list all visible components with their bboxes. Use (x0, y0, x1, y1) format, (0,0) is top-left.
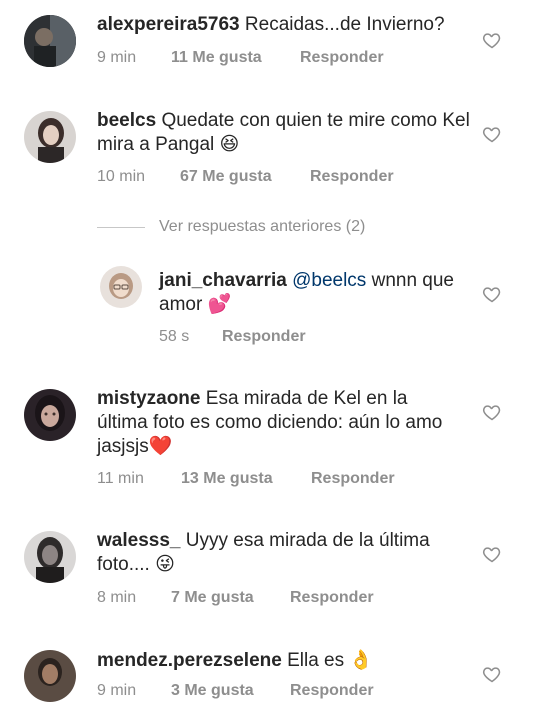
thread-divider (97, 227, 145, 228)
reply-button[interactable]: Responder (310, 168, 394, 186)
comment-alexpereira5763: alexpereira5763 Recaidas...de Invierno? … (0, 0, 534, 80)
username-link[interactable]: jani_chavarria (159, 270, 287, 291)
avatar[interactable] (24, 531, 76, 583)
avatar[interactable] (24, 650, 76, 702)
likes-count[interactable]: 13 Me gusta (181, 470, 311, 488)
username-link[interactable]: beelcs (97, 110, 156, 131)
comment-text: walesss_ Uyyy esa mirada de la última fo… (97, 529, 457, 577)
timestamp: 10 min (97, 168, 146, 185)
mention-link[interactable]: @beelcs (292, 270, 366, 291)
comment-mistyzaone: mistyzaone Esa mirada de Kel en la últim… (0, 380, 534, 500)
like-heart-icon[interactable] (482, 402, 502, 422)
avatar[interactable] (100, 266, 142, 308)
comment-mendez-perezselene: mendez.perezselene Ella es 👌 9 min 3 Me … (0, 640, 534, 702)
comment-meta: 9 min 3 Me gusta Responder (97, 682, 374, 700)
like-heart-icon[interactable] (482, 30, 502, 50)
comment-body: Recaidas...de Invierno? (244, 14, 445, 35)
comment-meta: 8 min 7 Me gusta Responder (97, 589, 374, 607)
likes-count[interactable]: 7 Me gusta (171, 589, 290, 607)
comment-text: beelcs Quedate con quien te mire como Ke… (97, 109, 477, 157)
reply-button[interactable]: Responder (290, 589, 374, 607)
username-link[interactable]: mendez.perezselene (97, 650, 282, 671)
reply-button[interactable]: Responder (222, 328, 306, 346)
avatar[interactable] (24, 111, 76, 163)
reply-button[interactable]: Responder (290, 682, 374, 700)
comment-beelcs: beelcs Quedate con quien te mire como Ke… (0, 100, 534, 200)
reply-meta: 58 s Responder (159, 328, 306, 346)
comment-text: alexpereira5763 Recaidas...de Invierno? (97, 13, 477, 37)
comment-text: mendez.perezselene Ella es 👌 (97, 649, 477, 673)
reply-button[interactable]: Responder (311, 470, 395, 488)
avatar[interactable] (24, 15, 76, 67)
like-heart-icon[interactable] (482, 664, 502, 684)
likes-count[interactable]: 11 Me gusta (171, 49, 300, 67)
timestamp: 58 s (159, 328, 190, 345)
like-heart-icon[interactable] (482, 284, 502, 304)
like-heart-icon[interactable] (482, 124, 502, 144)
timestamp: 8 min (97, 589, 137, 606)
comment-body: Ella es 👌 (287, 650, 374, 671)
comment-meta: 11 min 13 Me gusta Responder (97, 470, 395, 488)
timestamp: 11 min (97, 470, 144, 487)
likes-count[interactable]: 67 Me gusta (180, 168, 310, 186)
avatar[interactable] (24, 389, 76, 441)
reply-jani-chavarria: jani_chavarria @beelcs wnnn que amor 💕 5… (0, 260, 534, 350)
username-link[interactable]: walesss_ (97, 530, 180, 551)
comment-text: mistyzaone Esa mirada de Kel en la últim… (97, 387, 447, 459)
timestamp: 9 min (97, 49, 137, 66)
view-previous-replies-button[interactable]: Ver respuestas anteriores (2) (159, 218, 365, 236)
likes-count[interactable]: 3 Me gusta (171, 682, 290, 700)
reply-text: jani_chavarria @beelcs wnnn que amor 💕 (159, 269, 459, 317)
username-link[interactable]: mistyzaone (97, 388, 200, 409)
timestamp: 9 min (97, 682, 137, 699)
reply-button[interactable]: Responder (300, 49, 384, 67)
comment-walesss: walesss_ Uyyy esa mirada de la última fo… (0, 520, 534, 620)
like-heart-icon[interactable] (482, 544, 502, 564)
username-link[interactable]: alexpereira5763 (97, 14, 240, 35)
comment-meta: 10 min 67 Me gusta Responder (97, 168, 394, 186)
comment-meta: 9 min 11 Me gusta Responder (97, 49, 384, 67)
